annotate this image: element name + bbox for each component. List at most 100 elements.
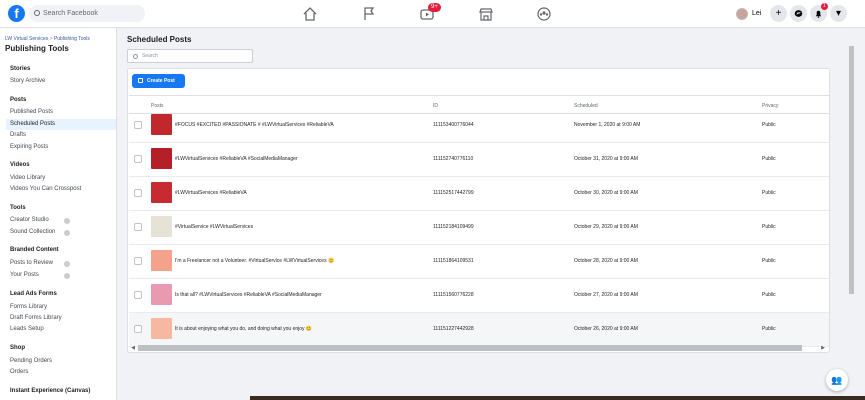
posts-search-placeholder: Search: [142, 53, 158, 59]
post-privacy: Public: [762, 122, 776, 128]
breadcrumb-separator: >: [49, 36, 53, 42]
post-privacy: Public: [762, 326, 776, 332]
post-scheduled-time: October 27, 2020 at 9:00 AM: [574, 292, 638, 298]
table-row[interactable]: Is that all? #LWVirtualServices #Reliabl…: [129, 279, 829, 313]
watch-badge: 9+: [428, 3, 441, 12]
sidebar-item-expiring-posts[interactable]: Expiring Posts: [6, 142, 116, 153]
row-checkbox[interactable]: [134, 155, 142, 163]
sidebar-item-videos-crosspost[interactable]: Videos You Can Crosspost: [6, 184, 116, 195]
scroll-right-arrow-icon[interactable]: ▶: [820, 345, 826, 351]
post-scheduled-time: October 31, 2020 at 9:00 AM: [574, 156, 638, 162]
table-row[interactable]: #FOCUS #EXCITED #PASSIONATE # #LWVirtual…: [129, 109, 829, 143]
groups-icon[interactable]: [536, 6, 552, 22]
sidebar-item-draft-forms-library[interactable]: Draft Forms Library: [6, 313, 116, 324]
horizontal-scrollbar[interactable]: [138, 345, 802, 351]
expand-toggle-icon[interactable]: [64, 261, 70, 267]
marketplace-icon[interactable]: [478, 6, 494, 22]
table-row[interactable]: #LWVirtualServices #ReliableVA 111152517…: [129, 177, 829, 211]
sidebar-item-scheduled-posts[interactable]: Scheduled Posts: [6, 119, 116, 130]
profile-button[interactable]: Lei: [736, 5, 761, 22]
table-row[interactable]: #VirtualService #LWVirtualServices 11115…: [129, 211, 829, 245]
search-icon: [133, 54, 138, 59]
sidebar-item-label: Your Posts: [10, 272, 39, 278]
breadcrumb-current: Publishing Tools: [53, 36, 90, 42]
sidebar-item-creator-studio[interactable]: Creator Studio: [6, 215, 116, 226]
expand-toggle-icon[interactable]: [64, 218, 70, 224]
post-privacy: Public: [762, 224, 776, 230]
row-checkbox[interactable]: [134, 291, 142, 299]
section-heading-posts: Posts: [10, 97, 27, 103]
sidebar-item-video-library[interactable]: Video Library: [6, 173, 116, 184]
bottom-strip: [250, 396, 865, 400]
table-row[interactable]: I'm a Freelancer not a Volunteer. #Virtu…: [129, 245, 829, 279]
section-heading-tools: Tools: [10, 205, 26, 211]
sidebar-item-forms-library[interactable]: Forms Library: [6, 302, 116, 313]
post-text[interactable]: #FOCUS #EXCITED #PASSIONATE # #LWVirtual…: [175, 122, 334, 128]
post-privacy: Public: [762, 156, 776, 162]
account-menu-chevron-down-icon[interactable]: ▾: [830, 5, 847, 22]
post-id: 111151864109531: [433, 258, 474, 264]
scroll-left-arrow-icon[interactable]: ◀: [130, 345, 136, 351]
create-post-label: Create Post: [147, 78, 175, 84]
row-checkbox[interactable]: [134, 121, 142, 129]
page-scrollbar[interactable]: [849, 46, 854, 294]
post-text[interactable]: Is that all? #LWVirtualServices #Reliabl…: [175, 292, 322, 298]
sidebar-item-label: Creator Studio: [10, 217, 49, 223]
post-thumbnail[interactable]: [151, 284, 172, 305]
sidebar-item-sound-collection[interactable]: Sound Collection: [6, 227, 116, 238]
messenger-icon[interactable]: [790, 5, 807, 22]
create-post-button[interactable]: Create Post: [132, 74, 185, 88]
post-text[interactable]: I'm a Freelancer not a Volunteer. #Virtu…: [175, 258, 334, 264]
sidebar-item-posts-to-review[interactable]: Posts to Review: [6, 258, 116, 269]
home-icon[interactable]: [302, 6, 318, 22]
row-checkbox[interactable]: [134, 223, 142, 231]
scheduled-posts-panel: Create Post Posts ID Scheduled Privacy #…: [127, 68, 830, 353]
post-text[interactable]: #VirtualService #LWVirtualServices: [175, 224, 253, 230]
post-scheduled-time: October 26, 2020 at 9:00 AM: [574, 326, 638, 332]
post-thumbnail[interactable]: [151, 318, 172, 339]
row-checkbox[interactable]: [134, 189, 142, 197]
notification-badge: 1: [821, 3, 828, 10]
expand-toggle-icon[interactable]: [64, 273, 70, 279]
sidebar-item-orders[interactable]: Orders: [6, 367, 116, 378]
table-row[interactable]: #LWVirtualServices #ReliableVA #SocialMe…: [129, 143, 829, 177]
section-heading-instant-experience: Instant Experience (Canvas): [10, 388, 91, 394]
post-privacy: Public: [762, 292, 776, 298]
post-thumbnail[interactable]: [151, 182, 172, 203]
sidebar-item-published-posts[interactable]: Published Posts: [6, 107, 116, 118]
post-thumbnail[interactable]: [151, 148, 172, 169]
post-thumbnail[interactable]: [151, 250, 172, 271]
sidebar-item-leads-setup[interactable]: Leads Setup: [6, 324, 116, 335]
row-checkbox[interactable]: [134, 325, 142, 333]
new-message-icon[interactable]: 👥: [826, 369, 848, 391]
section-heading-branded-content: Branded Content: [10, 247, 59, 253]
facebook-search-placeholder: Search Facebook: [43, 10, 98, 17]
sidebar-item-pending-orders[interactable]: Pending Orders: [6, 356, 116, 367]
section-heading-shop: Shop: [10, 345, 25, 351]
post-id: 111152184109499: [433, 224, 474, 230]
post-text[interactable]: It is about enjoying what you do, and do…: [175, 326, 312, 332]
compose-icon: [138, 78, 143, 83]
post-thumbnail[interactable]: [151, 114, 172, 135]
expand-toggle-icon[interactable]: [64, 230, 70, 236]
section-heading-stories: Stories: [10, 66, 31, 72]
row-checkbox[interactable]: [134, 257, 142, 265]
facebook-logo-icon[interactable]: f: [8, 5, 25, 22]
breadcrumb-parent-link[interactable]: LW Virtual Services: [5, 36, 48, 42]
facebook-search-input[interactable]: Search Facebook: [29, 5, 145, 22]
post-id: 111151560776228: [433, 292, 474, 298]
post-text[interactable]: #LWVirtualServices #ReliableVA #SocialMe…: [175, 156, 298, 162]
create-button[interactable]: +: [770, 5, 787, 22]
flag-icon[interactable]: [361, 6, 377, 22]
page-title: Scheduled Posts: [127, 35, 192, 44]
post-id: 111153400776044: [433, 122, 474, 128]
sidebar-item-your-posts[interactable]: Your Posts: [6, 270, 116, 281]
table-row[interactable]: It is about enjoying what you do, and do…: [129, 313, 829, 347]
post-privacy: Public: [762, 258, 776, 264]
post-thumbnail[interactable]: [151, 216, 172, 237]
sidebar-item-drafts[interactable]: Drafts: [6, 130, 116, 141]
post-text[interactable]: #LWVirtualServices #ReliableVA: [175, 190, 247, 196]
posts-search-input[interactable]: Search: [127, 49, 253, 63]
breadcrumb: LW Virtual Services > Publishing Tools: [5, 36, 90, 42]
sidebar-item-story-archive[interactable]: Story Archive: [6, 76, 116, 87]
